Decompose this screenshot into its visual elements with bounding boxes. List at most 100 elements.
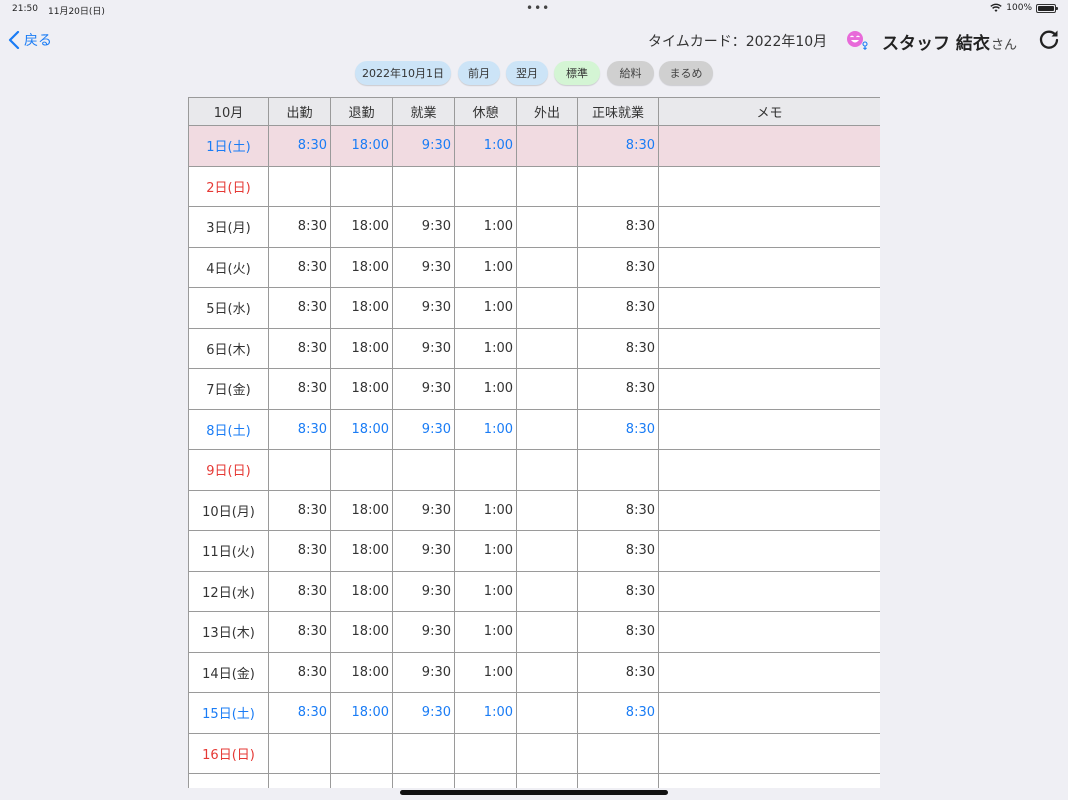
cell-work: 9:30 [392,287,455,329]
cell-clock-in: 8:30 [268,327,331,369]
table-row[interactable]: 12日(水) 8:30 18:00 9:30 1:00 8:30 [188,570,880,612]
cell-work: 9:30 [392,611,455,653]
cell-memo[interactable] [658,530,880,572]
table-row[interactable]: 11日(火) 8:30 18:00 9:30 1:00 8:30 [188,530,880,572]
header-clock-in: 出勤 [268,97,331,126]
cell-memo[interactable] [658,651,880,693]
cell-net-work: 8:30 [577,125,659,167]
cell-memo[interactable] [658,206,880,248]
cell-memo[interactable] [658,489,880,531]
cell-break: 1:00 [454,327,517,369]
cell-clock-out: 18:00 [330,651,393,693]
cell-out [516,570,578,612]
cell-net-work: 8:30 [577,489,659,531]
table-row[interactable]: 16日(日) [188,732,880,774]
cell-clock-in: 8:30 [268,692,331,734]
cell-clock-out: 18:00 [330,408,393,450]
cell-clock-out [330,773,393,788]
table-row[interactable]: 15日(土) 8:30 18:00 9:30 1:00 8:30 [188,692,880,734]
cell-day: 6日(木) [188,327,269,369]
status-bar: 21:50 11月20日(日) ••• 100% [0,0,1068,18]
cell-net-work: 8:30 [577,692,659,734]
cell-break: 1:00 [454,530,517,572]
header-out: 外出 [516,97,578,126]
cell-clock-in: 8:30 [268,246,331,288]
cell-clock-out: 18:00 [330,570,393,612]
cell-clock-out: 18:00 [330,489,393,531]
table-row[interactable]: 7日(金) 8:30 18:00 9:30 1:00 8:30 [188,368,880,410]
home-indicator[interactable] [400,790,668,795]
cell-net-work: 8:30 [577,368,659,410]
table-row[interactable]: 13日(木) 8:30 18:00 9:30 1:00 8:30 [188,611,880,653]
cell-day: 13日(木) [188,611,269,653]
cell-day: 10日(月) [188,489,269,531]
cell-out [516,408,578,450]
cell-memo[interactable] [658,246,880,288]
cell-day: 12日(水) [188,570,269,612]
refresh-icon[interactable] [1038,28,1060,50]
standard-button[interactable]: 標準 [554,61,600,85]
table-row[interactable]: 1日(土) 8:30 18:00 9:30 1:00 8:30 [188,125,880,167]
cell-clock-in [268,773,331,788]
cell-clock-out: 18:00 [330,125,393,167]
cell-clock-out: 18:00 [330,611,393,653]
cell-memo[interactable] [658,125,880,167]
prev-month-button[interactable]: 前月 [458,61,500,85]
timecard-table[interactable]: 10月 出勤 退勤 就業 休憩 外出 正味就業 メモ 1日(土) 8:30 18:0… [188,97,880,788]
cell-out [516,773,578,788]
table-row[interactable]: 10日(月) 8:30 18:00 9:30 1:00 8:30 [188,489,880,531]
cell-work: 9:30 [392,246,455,288]
cell-memo[interactable] [658,408,880,450]
table-row[interactable] [188,773,880,788]
table-row[interactable]: 2日(日) [188,165,880,207]
table-row[interactable]: 3日(月) 8:30 18:00 9:30 1:00 8:30 [188,206,880,248]
cell-clock-in: 8:30 [268,206,331,248]
back-label: 戻る [24,33,52,49]
cell-memo[interactable] [658,732,880,774]
cell-break [454,449,517,491]
cell-net-work: 8:30 [577,651,659,693]
back-button[interactable]: 戻る [8,30,52,50]
cell-memo[interactable] [658,449,880,491]
cell-clock-out: 18:00 [330,368,393,410]
next-month-button[interactable]: 翌月 [506,61,548,85]
cell-clock-out: 18:00 [330,692,393,734]
cell-memo[interactable] [658,287,880,329]
cell-day: 9日(日) [188,449,269,491]
salary-button[interactable]: 給料 [607,61,654,85]
cell-day: 11日(火) [188,530,269,572]
cell-memo[interactable] [658,570,880,612]
cell-work [392,773,455,788]
header-month: 10月 [188,97,269,126]
cell-break: 1:00 [454,489,517,531]
cell-net-work: 8:30 [577,408,659,450]
cell-memo[interactable] [658,692,880,734]
table-row[interactable]: 5日(水) 8:30 18:00 9:30 1:00 8:30 [188,287,880,329]
cell-memo[interactable] [658,327,880,369]
table-row[interactable]: 6日(木) 8:30 18:00 9:30 1:00 8:30 [188,327,880,369]
table-row[interactable]: 14日(金) 8:30 18:00 9:30 1:00 8:30 [188,651,880,693]
cell-day: 4日(火) [188,246,269,288]
cell-work: 9:30 [392,651,455,693]
status-date: 11月20日(日) [48,7,105,17]
table-row[interactable]: 4日(火) 8:30 18:00 9:30 1:00 8:30 [188,246,880,288]
cell-out [516,287,578,329]
female-symbol-icon [862,41,868,50]
cell-work: 9:30 [392,327,455,369]
date-button[interactable]: 2022年10月1日 [355,61,451,85]
cell-work: 9:30 [392,125,455,167]
cell-break: 1:00 [454,651,517,693]
smiley-face-icon [847,31,868,50]
cell-memo[interactable] [658,165,880,207]
cell-clock-in: 8:30 [268,125,331,167]
cell-work: 9:30 [392,489,455,531]
cell-memo[interactable] [658,368,880,410]
rounding-button[interactable]: まるめ [659,61,713,85]
cell-net-work: 8:30 [577,530,659,572]
table-row[interactable]: 9日(日) [188,449,880,491]
cell-memo[interactable] [658,611,880,653]
cell-clock-out [330,732,393,774]
cell-memo[interactable] [658,773,880,788]
multitasking-dots-icon[interactable]: ••• [526,1,550,15]
table-row[interactable]: 8日(土) 8:30 18:00 9:30 1:00 8:30 [188,408,880,450]
